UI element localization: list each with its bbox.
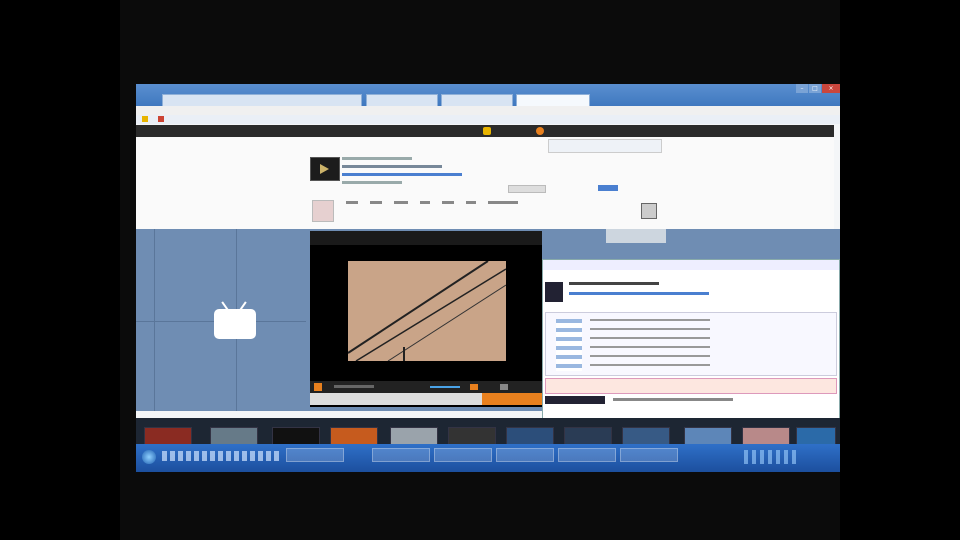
window-controls: – □ × [795,84,840,94]
post-button[interactable] [545,396,605,404]
video-title [310,231,542,245]
star-icon[interactable] [142,116,148,122]
comment-list [545,312,837,376]
thumbnail-strip [136,418,840,447]
channel-meta [342,181,402,184]
comment-panel [542,259,840,426]
channel-thumbnail[interactable] [310,157,340,181]
time-display [334,385,374,388]
browser-tab-2[interactable] [366,94,438,106]
panel-link[interactable] [569,292,709,295]
play-icon [320,164,329,174]
channel-subtitle [342,165,442,168]
video-frame-content [348,261,506,361]
channel-title [342,157,412,160]
nav-tab[interactable] [394,201,408,204]
nav-tab[interactable] [488,201,518,204]
start-orb-icon[interactable] [142,450,156,464]
nav-tab[interactable] [370,201,382,204]
pause-button[interactable] [314,383,322,391]
channel-link[interactable] [342,173,462,176]
comment-panel-menu [543,260,839,270]
taskbar-item[interactable] [558,448,616,462]
search-input[interactable] [508,185,546,193]
taskbar-item[interactable] [286,448,344,462]
comment-row-icons [556,319,582,371]
nav-tab[interactable] [442,201,454,204]
fullscreen-icon[interactable] [470,384,478,390]
browser-tab-3[interactable] [441,94,513,106]
channel-icon[interactable] [545,282,563,302]
browser-titlebar: – □ × [136,84,840,106]
comment-input[interactable] [545,378,837,394]
comment-input-bar[interactable] [310,393,542,405]
volume-slider[interactable] [430,386,460,388]
favicon-icon[interactable] [158,116,164,122]
site-header-bar [136,125,834,137]
windows-taskbar [136,444,840,472]
browser-menubar [136,106,840,115]
taskbar-item[interactable] [434,448,492,462]
page-content [136,137,834,229]
comment-rows [590,319,710,371]
desktop-screen: – □ × [136,84,840,472]
power-lines-image [348,261,506,361]
tab-like-panel[interactable] [606,229,666,243]
quick-launch-icons[interactable] [162,451,282,461]
nav-tab[interactable] [420,201,430,204]
panel-title [569,282,659,285]
player-controls [310,381,542,393]
grid-line [154,229,155,411]
system-tray-icons[interactable] [744,450,800,464]
settings-icon[interactable] [641,203,657,219]
close-icon[interactable]: × [822,84,840,93]
site-nav-tabs [346,201,586,207]
maximize-icon[interactable]: □ [809,84,821,93]
search-button[interactable] [598,185,618,191]
settings-icon[interactable] [500,384,508,390]
user-avatar[interactable] [312,200,334,222]
favorites-bar [136,115,840,124]
video-player[interactable] [310,231,542,407]
browser-tab-1[interactable] [162,94,362,106]
taskbar-item[interactable] [620,448,678,462]
dropdown-popup[interactable] [548,139,662,153]
browser-tab-active[interactable] [516,94,590,106]
notification-icon[interactable] [536,127,544,135]
nav-tab[interactable] [346,201,358,204]
tv-icon [214,301,256,339]
taskbar-item[interactable] [372,448,430,462]
taskbar-item[interactable] [496,448,554,462]
panel-status [613,398,733,401]
minimize-icon[interactable]: – [796,84,808,93]
nav-tab[interactable] [466,201,476,204]
player-brand [510,247,532,253]
site-logo-icon[interactable] [483,127,491,135]
comment-submit-button[interactable] [482,393,542,405]
